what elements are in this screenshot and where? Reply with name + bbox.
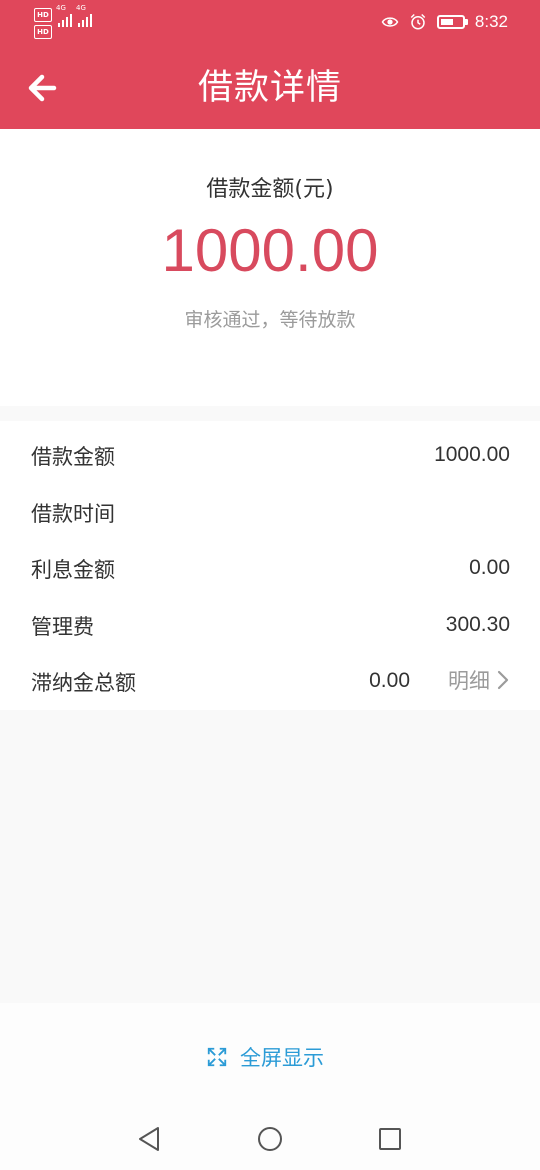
clock-time: 8:32 [474, 12, 508, 31]
signal-icon-sim1: 4G [56, 5, 72, 27]
detail-label: 滞纳金总额 [31, 671, 136, 695]
status-bar-left: HD HD 4G 4G [34, 5, 92, 39]
recent-square-icon[interactable] [376, 1125, 404, 1153]
detail-value: 300.30 [445, 613, 510, 636]
battery-icon [436, 15, 468, 29]
loan-details-list: 借款金额 1000.00 借款时间 利息金额 0.00 管理费 300.30 滞… [0, 421, 540, 710]
fullscreen-label: 全屏显示 [240, 1046, 324, 1070]
fullscreen-bar: 全屏显示 [0, 1003, 540, 1107]
detail-row-interest: 利息金额 0.00 [0, 538, 540, 594]
back-triangle-icon[interactable] [136, 1125, 164, 1153]
detail-row-loan-time: 借款时间 [0, 482, 540, 538]
app-header: 借款详情 [0, 48, 540, 129]
detail-value: 1000.00 [434, 443, 510, 466]
hd-badge-sim2: HD [34, 25, 52, 39]
detail-row-management-fee: 管理费 300.30 [0, 595, 540, 651]
page-title: 借款详情 [197, 68, 342, 108]
amount-label: 借款金额(元) [206, 177, 334, 202]
expand-icon [207, 1047, 227, 1067]
system-nav-bar [0, 1107, 540, 1170]
detail-label: 借款时间 [31, 502, 115, 526]
fullscreen-button[interactable]: 全屏显示 [206, 1042, 324, 1072]
detail-label: 利息金额 [31, 558, 115, 582]
detail-label: 借款金额 [31, 445, 115, 469]
detail-row-late-fee: 滞纳金总额 0.00 明细 [0, 651, 540, 707]
network-type-label: 4G [56, 4, 66, 12]
hd-badge-sim1: HD [34, 8, 52, 22]
chevron-right-icon [497, 670, 509, 690]
loan-status-text: 审核通过，等待放款 [184, 309, 356, 331]
alarm-icon [410, 13, 426, 30]
detail-value: 0.00 [369, 669, 410, 692]
status-bar: HD HD 4G 4G 8:32 [0, 0, 540, 48]
amount-value: 1000.00 [161, 217, 379, 284]
status-bar-right: 8:32 [381, 12, 508, 32]
late-fee-detail-link[interactable]: 明细 [448, 665, 510, 695]
loan-summary: 借款金额(元) 1000.00 审核通过，等待放款 [0, 129, 540, 406]
network-type-label: 4G [76, 4, 86, 12]
detail-value: 0.00 [469, 556, 510, 579]
detail-link-label: 明细 [448, 669, 490, 693]
eye-icon [381, 17, 399, 27]
detail-row-loan-amount: 借款金额 1000.00 [0, 425, 540, 481]
hd-badges: HD HD [34, 8, 52, 39]
signal-icon-sim2: 4G [76, 5, 92, 27]
detail-label: 管理费 [31, 615, 94, 639]
home-circle-icon[interactable] [256, 1125, 284, 1153]
